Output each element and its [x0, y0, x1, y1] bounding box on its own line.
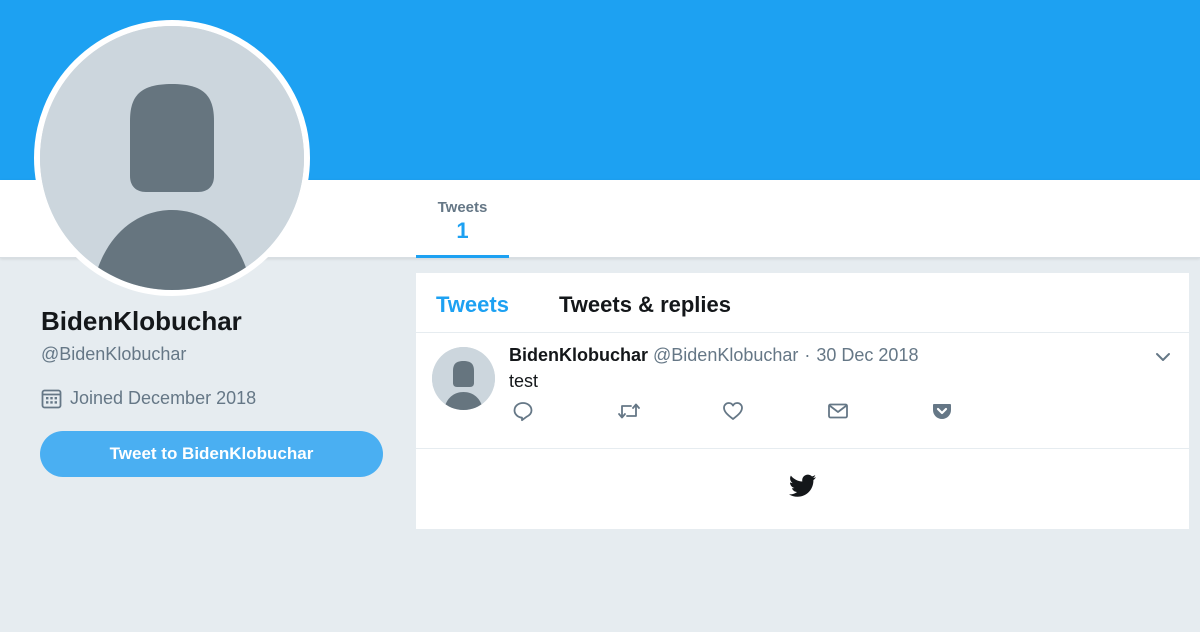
tweet-author-handle[interactable]: @BidenKlobuchar	[653, 345, 798, 366]
tab-tweets[interactable]: Tweets	[436, 292, 509, 318]
joined-date: Joined December 2018	[41, 386, 256, 410]
tweet-header: BidenKlobuchar @BidenKlobuchar · 30 Dec …	[509, 345, 918, 369]
calendar-icon	[41, 389, 62, 408]
message-icon[interactable]	[827, 400, 849, 422]
tweet-avatar[interactable]	[432, 347, 495, 410]
joined-label: Joined December 2018	[70, 387, 257, 408]
profile-avatar[interactable]	[34, 20, 310, 296]
timeline-footer	[416, 449, 1189, 528]
like-icon[interactable]	[722, 400, 744, 422]
tweet-date[interactable]: 30 Dec 2018	[816, 345, 918, 366]
tweet-separator: ·	[804, 345, 811, 365]
twitter-bird-icon	[789, 474, 816, 497]
tweet-item[interactable]: BidenKlobuchar @BidenKlobuchar · 30 Dec …	[416, 333, 1189, 449]
nav-tab-tweets-label: Tweets	[437, 199, 488, 216]
timeline: Tweets Tweets & replies BidenKlobuchar @…	[416, 273, 1189, 529]
timeline-tabs: Tweets Tweets & replies	[416, 273, 1189, 333]
tab-tweets-and-replies[interactable]: Tweets & replies	[559, 292, 731, 318]
nav-tab-tweets-count: 1	[456, 218, 469, 243]
chevron-down-icon[interactable]	[1154, 350, 1172, 364]
nav-tab-tweets[interactable]: Tweets 1	[416, 180, 509, 258]
profile-name[interactable]: BidenKlobuchar	[41, 306, 242, 337]
tweet-to-button[interactable]: Tweet to BidenKlobuchar	[40, 431, 383, 477]
default-avatar-icon	[432, 347, 495, 410]
reply-icon[interactable]	[512, 400, 534, 422]
tweet-author-name[interactable]: BidenKlobuchar	[509, 345, 648, 366]
default-avatar-icon	[40, 26, 304, 290]
profile-handle[interactable]: @BidenKlobuchar	[41, 344, 186, 365]
pocket-icon[interactable]	[931, 400, 953, 422]
tweet-text: test	[509, 371, 539, 391]
retweet-icon[interactable]	[617, 400, 641, 422]
